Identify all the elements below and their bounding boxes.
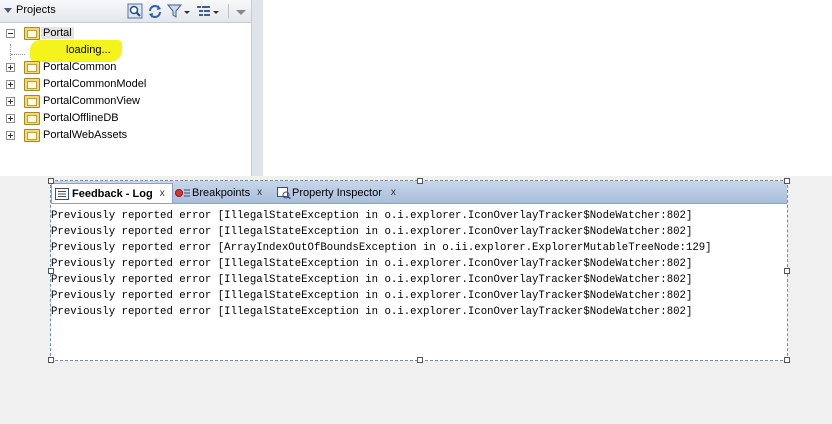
tree-item-label: PortalWebAssets xyxy=(43,129,128,141)
tree-item-portalofflinedb[interactable]: PortalOfflineDB xyxy=(0,110,250,127)
tab-close-icon[interactable]: x xyxy=(160,188,165,199)
tab-close-icon[interactable]: x xyxy=(391,187,396,198)
property-inspector-icon xyxy=(277,186,291,199)
tree-guide-line xyxy=(11,54,25,55)
resize-handle[interactable] xyxy=(48,178,54,184)
working-sets-icon[interactable] xyxy=(196,3,220,19)
tree-guide-line xyxy=(10,44,11,60)
log-line: Previously reported error [IllegalStateE… xyxy=(51,306,693,318)
log-line: Previously reported error [IllegalStateE… xyxy=(51,210,693,222)
project-folder-icon xyxy=(24,27,40,40)
find-icon[interactable] xyxy=(127,3,143,19)
resize-handle[interactable] xyxy=(48,357,54,363)
resize-handle[interactable] xyxy=(417,357,423,363)
expand-icon[interactable] xyxy=(6,97,15,106)
resize-handle[interactable] xyxy=(784,178,790,184)
projects-header: Projects xyxy=(0,0,251,23)
log-line: Previously reported error [IllegalStateE… xyxy=(51,290,693,302)
tree-item-label: PortalCommonModel xyxy=(43,78,147,90)
log-line: Previously reported error [IllegalStateE… xyxy=(51,274,693,286)
tab-close-icon[interactable]: x xyxy=(257,187,262,198)
editor-area[interactable] xyxy=(263,0,832,176)
resize-handle[interactable] xyxy=(784,357,790,363)
log-panel: Feedback - Log x Breakpoints x Property … xyxy=(48,178,790,363)
log-tab-bar: Feedback - Log x Breakpoints x Property … xyxy=(51,181,787,204)
expand-icon[interactable] xyxy=(6,63,15,72)
log-icon xyxy=(55,187,69,200)
project-folder-icon xyxy=(24,129,40,142)
log-output[interactable]: Previously reported error [IllegalStateE… xyxy=(51,208,712,320)
log-line: Previously reported error [IllegalStateE… xyxy=(51,258,693,270)
tree-item-label: Portal xyxy=(41,27,74,39)
filter-icon[interactable] xyxy=(167,3,191,19)
tab-label: Feedback - Log xyxy=(72,187,153,200)
log-line: Previously reported error [IllegalStateE… xyxy=(51,226,693,238)
loading-label: loading... xyxy=(66,44,111,56)
expand-icon[interactable] xyxy=(6,114,15,123)
collapse-triangle-icon[interactable] xyxy=(4,8,12,13)
projects-panel: Projects Portal loading... PortalCommon xyxy=(0,0,252,176)
tree-item-portalcommon[interactable]: PortalCommon xyxy=(0,59,250,76)
tree-item-label: PortalCommon xyxy=(43,61,117,73)
breakpoints-icon xyxy=(175,187,191,199)
toolbar-separator xyxy=(228,4,229,18)
project-folder-icon xyxy=(24,95,40,108)
expand-icon[interactable] xyxy=(6,131,15,140)
project-folder-icon xyxy=(24,112,40,125)
tree-item-portalcommonview[interactable]: PortalCommonView xyxy=(0,93,250,110)
tab-label: Property Inspector xyxy=(292,186,382,199)
log-line: Previously reported error [ArrayIndexOut… xyxy=(51,242,712,254)
expand-icon[interactable] xyxy=(6,80,15,89)
projects-title: Projects xyxy=(16,4,56,16)
project-folder-icon xyxy=(24,61,40,74)
refresh-icon[interactable] xyxy=(147,3,163,19)
tab-breakpoints[interactable]: Breakpoints x xyxy=(175,183,262,202)
tree-item-label: PortalOfflineDB xyxy=(43,112,119,124)
tree-item-label: PortalCommonView xyxy=(43,95,141,107)
tab-label: Breakpoints xyxy=(192,186,251,199)
collapse-icon[interactable] xyxy=(6,29,15,38)
tree-item-portalwebassets[interactable]: PortalWebAssets xyxy=(0,127,250,144)
tree-item-portalcommonmodel[interactable]: PortalCommonModel xyxy=(0,76,250,93)
resize-handle[interactable] xyxy=(48,268,54,274)
resize-handle[interactable] xyxy=(784,268,790,274)
project-folder-icon xyxy=(24,78,40,91)
resize-handle[interactable] xyxy=(417,178,423,184)
menu-icon[interactable] xyxy=(233,3,249,19)
tab-feedback-log[interactable]: Feedback - Log x xyxy=(51,183,173,203)
tab-property-inspector[interactable]: Property Inspector x xyxy=(277,183,396,202)
